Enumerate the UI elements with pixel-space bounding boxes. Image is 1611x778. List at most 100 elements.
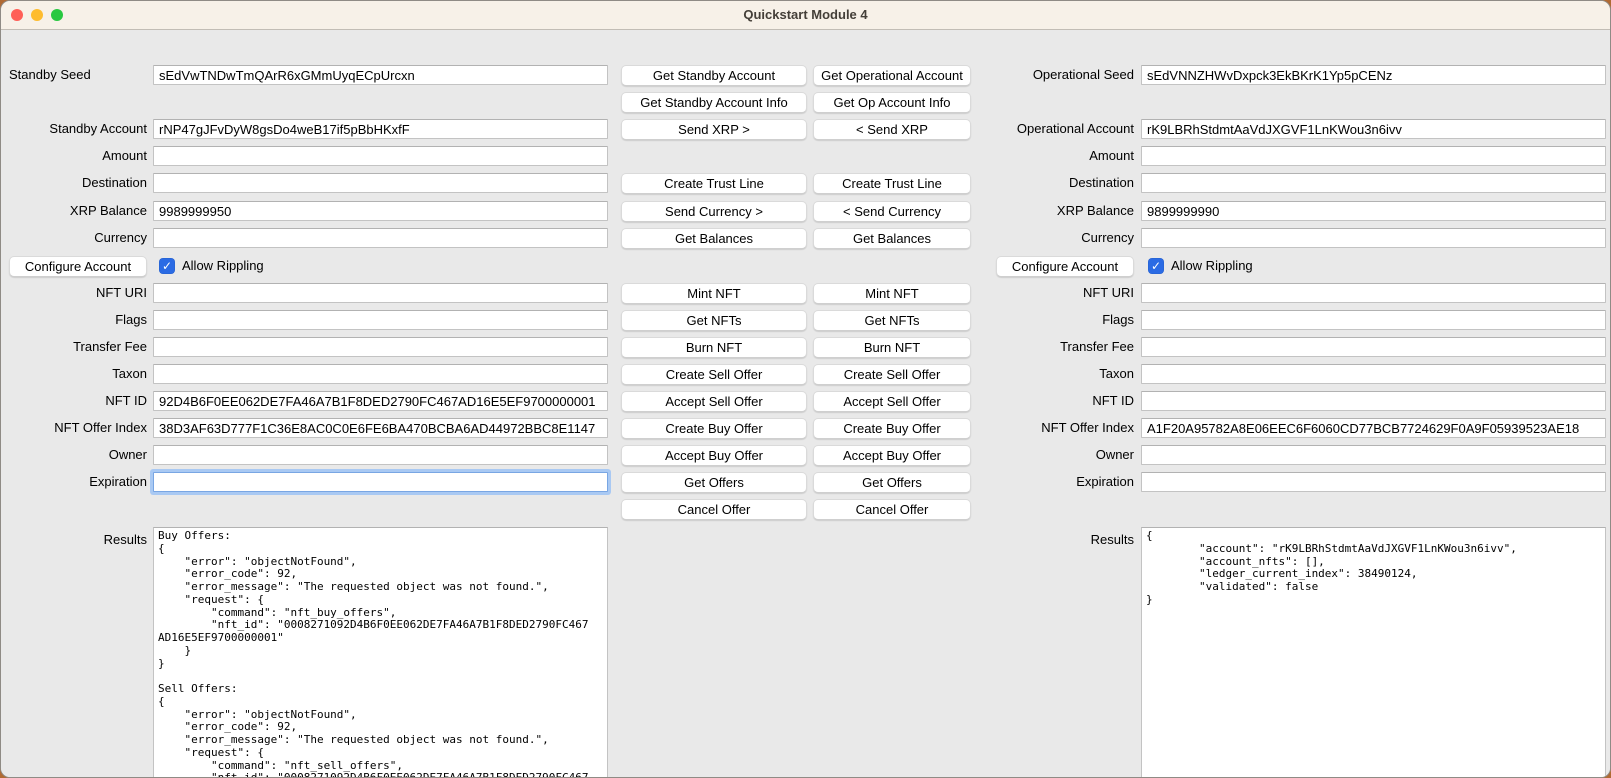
operational-get-nfts-button[interactable]: Get NFTs [813, 310, 971, 331]
operational-allow-rippling-label: Allow Rippling [1171, 256, 1253, 276]
operational-currency-input[interactable] [1141, 228, 1606, 248]
title-bar: Quickstart Module 4 [1, 1, 1610, 30]
standby-results-textarea[interactable]: Buy Offers: { "error": "objectNotFound",… [153, 527, 608, 778]
operational-create-sell-offer-button[interactable]: Create Sell Offer [813, 364, 971, 385]
operational-burn-nft-button[interactable]: Burn NFT [813, 337, 971, 358]
operational-transfer-fee-input[interactable] [1141, 337, 1606, 357]
app-window: Quickstart Module 4 Standby Seed Standby… [0, 0, 1611, 778]
operational-flags-label: Flags [953, 310, 1134, 330]
standby-currency-label: Currency [7, 228, 147, 248]
operational-nft-offer-index-input[interactable] [1141, 418, 1606, 438]
operational-seed-input[interactable] [1141, 65, 1606, 85]
standby-configure-account-button[interactable]: Configure Account [9, 256, 147, 277]
get-standby-account-info-button[interactable]: Get Standby Account Info [621, 92, 807, 113]
standby-xrp-balance-input[interactable] [153, 201, 608, 221]
standby-xrp-balance-label: XRP Balance [7, 201, 147, 221]
minimize-button[interactable] [31, 9, 43, 21]
window-title: Quickstart Module 4 [1, 1, 1610, 29]
operational-nft-uri-label: NFT URI [953, 283, 1134, 303]
standby-taxon-label: Taxon [7, 364, 147, 384]
operational-transfer-fee-label: Transfer Fee [953, 337, 1134, 357]
operational-destination-input[interactable] [1141, 173, 1606, 193]
standby-results-label: Results [7, 530, 147, 550]
standby-cancel-offer-button[interactable]: Cancel Offer [621, 499, 807, 520]
standby-amount-label: Amount [7, 146, 147, 166]
operational-send-currency-button[interactable]: < Send Currency [813, 201, 971, 222]
standby-owner-label: Owner [7, 445, 147, 465]
standby-get-balances-button[interactable]: Get Balances [621, 228, 807, 249]
operational-flags-input[interactable] [1141, 310, 1606, 330]
operational-accept-buy-offer-button[interactable]: Accept Buy Offer [813, 445, 971, 466]
standby-nft-id-input[interactable] [153, 391, 608, 411]
standby-accept-sell-offer-button[interactable]: Accept Sell Offer [621, 391, 807, 412]
standby-send-currency-button[interactable]: Send Currency > [621, 201, 807, 222]
operational-nft-id-input[interactable] [1141, 391, 1606, 411]
standby-allow-rippling-checkbox[interactable]: ✓ [159, 258, 175, 274]
standby-get-offers-button[interactable]: Get Offers [621, 472, 807, 493]
operational-owner-label: Owner [953, 445, 1134, 465]
get-op-account-info-button[interactable]: Get Op Account Info [813, 92, 971, 113]
operational-taxon-input[interactable] [1141, 364, 1606, 384]
operational-expiration-input[interactable] [1141, 472, 1606, 492]
standby-accept-buy-offer-button[interactable]: Accept Buy Offer [621, 445, 807, 466]
standby-amount-input[interactable] [153, 146, 608, 166]
standby-expiration-label: Expiration [7, 472, 147, 492]
operational-amount-input[interactable] [1141, 146, 1606, 166]
operational-configure-account-button[interactable]: Configure Account [996, 256, 1134, 277]
standby-currency-input[interactable] [153, 228, 608, 248]
standby-nft-uri-input[interactable] [153, 283, 608, 303]
operational-seed-label: Operational Seed [953, 65, 1134, 85]
standby-account-input[interactable] [153, 119, 608, 139]
main-content: Standby Seed Standby Account Amount Dest… [1, 30, 1610, 778]
standby-seed-label: Standby Seed [7, 65, 149, 85]
operational-get-offers-button[interactable]: Get Offers [813, 472, 971, 493]
operational-account-label: Operational Account [953, 119, 1134, 139]
operational-mint-nft-button[interactable]: Mint NFT [813, 283, 971, 304]
operational-nft-offer-index-label: NFT Offer Index [953, 418, 1134, 438]
get-standby-account-button[interactable]: Get Standby Account [621, 65, 807, 86]
standby-create-trust-line-button[interactable]: Create Trust Line [621, 173, 807, 194]
operational-cancel-offer-button[interactable]: Cancel Offer [813, 499, 971, 520]
standby-account-label: Standby Account [7, 119, 147, 139]
standby-destination-input[interactable] [153, 173, 608, 193]
operational-results-label: Results [953, 530, 1134, 550]
standby-flags-label: Flags [7, 310, 147, 330]
operational-owner-input[interactable] [1141, 445, 1606, 465]
standby-mint-nft-button[interactable]: Mint NFT [621, 283, 807, 304]
operational-create-trust-line-button[interactable]: Create Trust Line [813, 173, 971, 194]
operational-allow-rippling-checkbox[interactable]: ✓ [1148, 258, 1164, 274]
standby-flags-input[interactable] [153, 310, 608, 330]
operational-nft-uri-input[interactable] [1141, 283, 1606, 303]
standby-owner-input[interactable] [153, 445, 608, 465]
get-operational-account-button[interactable]: Get Operational Account [813, 65, 971, 86]
send-xrp-to-operational-button[interactable]: Send XRP > [621, 119, 807, 140]
standby-expiration-input[interactable] [153, 472, 608, 492]
operational-account-input[interactable] [1141, 119, 1606, 139]
standby-allow-rippling-label: Allow Rippling [182, 256, 264, 276]
operational-amount-label: Amount [953, 146, 1134, 166]
close-button[interactable] [11, 9, 23, 21]
standby-seed-input[interactable] [153, 65, 608, 85]
operational-get-balances-button[interactable]: Get Balances [813, 228, 971, 249]
zoom-button[interactable] [51, 9, 63, 21]
standby-taxon-input[interactable] [153, 364, 608, 384]
operational-xrp-balance-label: XRP Balance [953, 201, 1134, 221]
standby-transfer-fee-input[interactable] [153, 337, 608, 357]
operational-results-textarea[interactable]: { "account": "rK9LBRhStdmtAaVdJXGVF1LnKW… [1141, 527, 1606, 778]
operational-expiration-label: Expiration [953, 472, 1134, 492]
operational-taxon-label: Taxon [953, 364, 1134, 384]
standby-nft-uri-label: NFT URI [7, 283, 147, 303]
standby-create-sell-offer-button[interactable]: Create Sell Offer [621, 364, 807, 385]
operational-currency-label: Currency [953, 228, 1134, 248]
operational-accept-sell-offer-button[interactable]: Accept Sell Offer [813, 391, 971, 412]
standby-nft-offer-index-input[interactable] [153, 418, 608, 438]
standby-nft-offer-index-label: NFT Offer Index [7, 418, 147, 438]
operational-create-buy-offer-button[interactable]: Create Buy Offer [813, 418, 971, 439]
operational-xrp-balance-input[interactable] [1141, 201, 1606, 221]
standby-get-nfts-button[interactable]: Get NFTs [621, 310, 807, 331]
standby-burn-nft-button[interactable]: Burn NFT [621, 337, 807, 358]
standby-create-buy-offer-button[interactable]: Create Buy Offer [621, 418, 807, 439]
check-icon: ✓ [159, 258, 175, 274]
send-xrp-to-standby-button[interactable]: < Send XRP [813, 119, 971, 140]
standby-nft-id-label: NFT ID [7, 391, 147, 411]
